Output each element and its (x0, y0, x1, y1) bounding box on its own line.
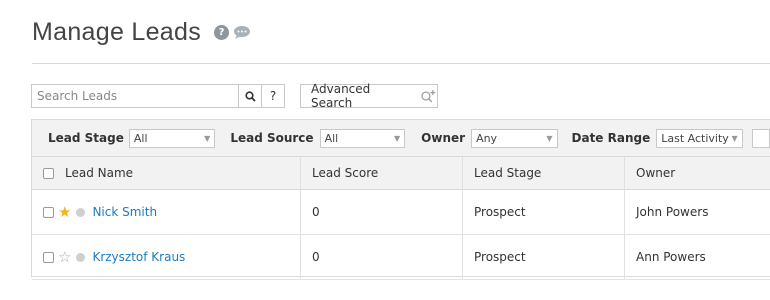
owner-cell: John Powers (636, 205, 709, 219)
chevron-down-icon: ▼ (394, 133, 401, 143)
select-all-checkbox[interactable] (43, 167, 54, 179)
date-range-select-value: Last Activity (661, 131, 729, 145)
lead-name-link[interactable]: Krzysztof Kraus (92, 250, 185, 264)
column-header-lead-name[interactable]: Lead Name (32, 157, 301, 189)
filter-label-date-range: Date Range (571, 131, 651, 145)
owner-select-value: Any (476, 131, 498, 145)
advanced-search-button[interactable]: Advanced Search (300, 82, 438, 110)
lead-source-select-value: All (324, 131, 339, 145)
star-outline-icon[interactable]: ☆ (58, 249, 71, 265)
owner-select[interactable]: Any ▼ (471, 128, 558, 148)
column-header-lead-score[interactable]: Lead Score (301, 157, 463, 189)
filter-label-owner: Owner (421, 131, 466, 145)
date-range-extra-select[interactable] (751, 128, 770, 148)
zoom-plus-icon (421, 90, 436, 103)
page-title: Manage Leads (32, 18, 202, 46)
title-row: Manage Leads ? (32, 18, 251, 47)
table-row: ★ Nick Smith 0 Prospect John Powers (32, 190, 770, 235)
lead-score-cell: 0 (301, 235, 463, 279)
table-header-row: Lead Name Lead Score Lead Stage Owner (32, 157, 770, 190)
search-box: ? (31, 84, 285, 108)
filter-label-lead-source: Lead Source (230, 131, 314, 145)
column-header-lead-stage[interactable]: Lead Stage (463, 157, 625, 189)
filter-bar: Lead Stage All ▼ Lead Source All ▼ Owner… (32, 120, 770, 157)
leads-table: Lead Stage All ▼ Lead Source All ▼ Owner… (31, 119, 770, 280)
table-row: ☆ Krzysztof Kraus 0 Prospect Ann Powers (32, 235, 770, 280)
help-icon[interactable]: ? (214, 25, 230, 40)
chevron-down-icon: ▼ (204, 133, 211, 143)
lead-stage-cell: Prospect (463, 190, 625, 234)
date-range-select[interactable]: Last Activity ▼ (656, 128, 743, 148)
chat-bubble-icon[interactable] (233, 25, 251, 40)
advanced-search-label: Advanced Search (311, 82, 371, 110)
lead-stage-select-value: All (133, 131, 148, 145)
lead-source-select[interactable]: All ▼ (319, 128, 406, 148)
header-divider (32, 63, 770, 64)
lead-stage-select[interactable]: All ▼ (128, 128, 216, 148)
search-help-button[interactable]: ? (261, 85, 284, 107)
filter-label-lead-stage: Lead Stage (48, 131, 124, 145)
column-header-owner[interactable]: Owner (625, 157, 770, 189)
lead-name-cell: ☆ Krzysztof Kraus (32, 235, 301, 279)
lead-name-link[interactable]: Nick Smith (92, 205, 157, 219)
row-checkbox[interactable] (43, 206, 54, 218)
star-filled-icon[interactable]: ★ (58, 204, 71, 220)
search-icon (244, 90, 256, 102)
status-dot-icon (76, 207, 86, 217)
lead-stage-cell: Prospect (463, 235, 625, 279)
lead-score-cell: 0 (301, 190, 463, 234)
search-button[interactable] (238, 85, 261, 107)
row-checkbox[interactable] (43, 251, 54, 263)
status-dot-icon (76, 252, 86, 262)
owner-cell: Ann Powers (636, 250, 706, 264)
column-header-lead-name-label: Lead Name (65, 166, 134, 180)
chevron-down-icon: ▼ (546, 133, 553, 143)
lead-name-cell: ★ Nick Smith (32, 190, 301, 234)
chevron-down-icon: ▼ (731, 133, 738, 143)
search-input[interactable] (32, 85, 238, 107)
